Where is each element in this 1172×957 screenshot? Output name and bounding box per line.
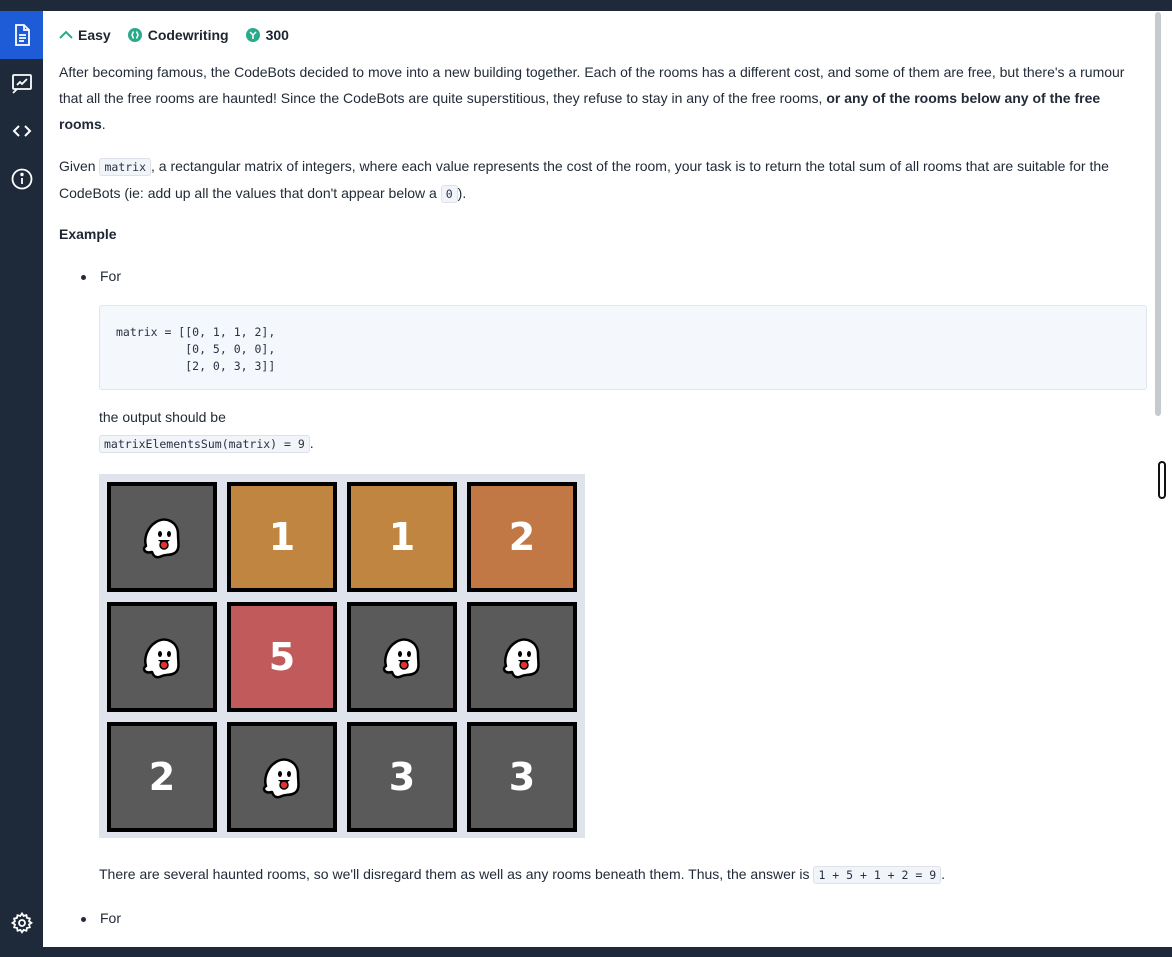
task-meta: Easy Codewriting 300	[59, 25, 305, 45]
output-label: the output should be	[99, 409, 226, 425]
task-type-badge: Codewriting	[127, 27, 229, 43]
sidebar-item-info[interactable]	[0, 155, 43, 203]
room-grid: 1 1 2 5 2 3 3	[99, 474, 585, 838]
explanation-period: .	[941, 866, 946, 882]
coin-icon	[245, 28, 260, 42]
room-cost-label: 1	[388, 515, 416, 559]
code-brackets-icon	[12, 125, 31, 137]
description-period: .	[101, 116, 106, 132]
output-period: .	[309, 435, 314, 451]
description-text: Given	[59, 158, 96, 174]
sidebar-item-solutions[interactable]	[0, 59, 43, 107]
explanation-code: 1 + 5 + 1 + 2 = 9	[813, 866, 942, 884]
scrollbar-thumb[interactable]	[1155, 12, 1161, 416]
task-type-label: Codewriting	[147, 27, 229, 43]
room-cell: 2	[467, 482, 577, 592]
bullet-text: For	[100, 268, 121, 284]
room-cell-haunted	[107, 602, 217, 712]
room-cell-haunted	[467, 602, 577, 712]
example-bullet: For	[81, 268, 121, 284]
chevron-up-icon	[59, 30, 73, 39]
room-cost-label: 3	[388, 755, 416, 799]
task-description-panel: Easy Codewriting 300 After becoming famo…	[43, 11, 1162, 947]
sidebar	[0, 11, 43, 947]
description-paragraph-1: After becoming famous, the CodeBots deci…	[59, 59, 1134, 137]
codewriting-icon	[127, 28, 142, 42]
ghost-icon	[138, 632, 186, 682]
room-cell-haunted	[347, 602, 457, 712]
ghost-icon	[378, 632, 426, 682]
output-line: matrixElementsSum(matrix) = 9.	[99, 435, 314, 453]
points-label: 300	[265, 27, 289, 43]
difficulty-label: Easy	[78, 27, 111, 43]
room-cell: 5	[227, 602, 337, 712]
example-explanation: There are several haunted rooms, so we'l…	[99, 866, 946, 884]
ghost-icon	[498, 632, 546, 682]
top-bar	[0, 0, 1172, 11]
description-text: , a rectangular matrix of integers, wher…	[59, 158, 1109, 201]
document-icon	[14, 24, 30, 46]
description-text: ).	[457, 185, 467, 201]
room-cell-haunted	[227, 722, 337, 832]
example-heading: Example	[59, 226, 117, 242]
room-cell: 1	[227, 482, 337, 592]
sidebar-item-code[interactable]	[0, 107, 43, 155]
inline-code-zero: 0	[440, 185, 458, 203]
room-cost-label: 1	[268, 515, 296, 559]
ghost-icon	[258, 752, 306, 802]
room-cell: 3	[467, 722, 577, 832]
bullet-text: For	[100, 910, 121, 926]
room-cost-label: 3	[508, 755, 536, 799]
description-paragraph-2: Given matrix, a rectangular matrix of in…	[59, 153, 1134, 207]
points-badge: 300	[245, 27, 289, 43]
explanation-text: There are several haunted rooms, so we'l…	[99, 866, 810, 882]
difficulty-badge: Easy	[59, 27, 111, 43]
gear-icon	[10, 911, 33, 934]
room-cell-haunted	[107, 482, 217, 592]
example-code-block: matrix = [[0, 1, 1, 2], [0, 5, 0, 0], [2…	[99, 305, 1147, 390]
panel-resize-handle[interactable]	[1158, 461, 1166, 499]
output-code: matrixElementsSum(matrix) = 9	[99, 435, 310, 453]
settings-button[interactable]	[0, 899, 43, 947]
room-cost-label: 5	[268, 635, 296, 679]
edit-chart-icon	[11, 74, 32, 94]
inline-code-matrix: matrix	[99, 158, 152, 176]
bottom-bar	[0, 947, 1172, 957]
sidebar-item-description[interactable]	[0, 11, 43, 59]
room-cell: 2	[107, 722, 217, 832]
ghost-icon	[138, 512, 186, 562]
room-cost-label: 2	[148, 755, 176, 799]
info-icon	[11, 168, 32, 190]
room-cell: 3	[347, 722, 457, 832]
example-bullet-2: For	[81, 910, 121, 926]
room-cost-label: 2	[508, 515, 536, 559]
room-cell: 1	[347, 482, 457, 592]
